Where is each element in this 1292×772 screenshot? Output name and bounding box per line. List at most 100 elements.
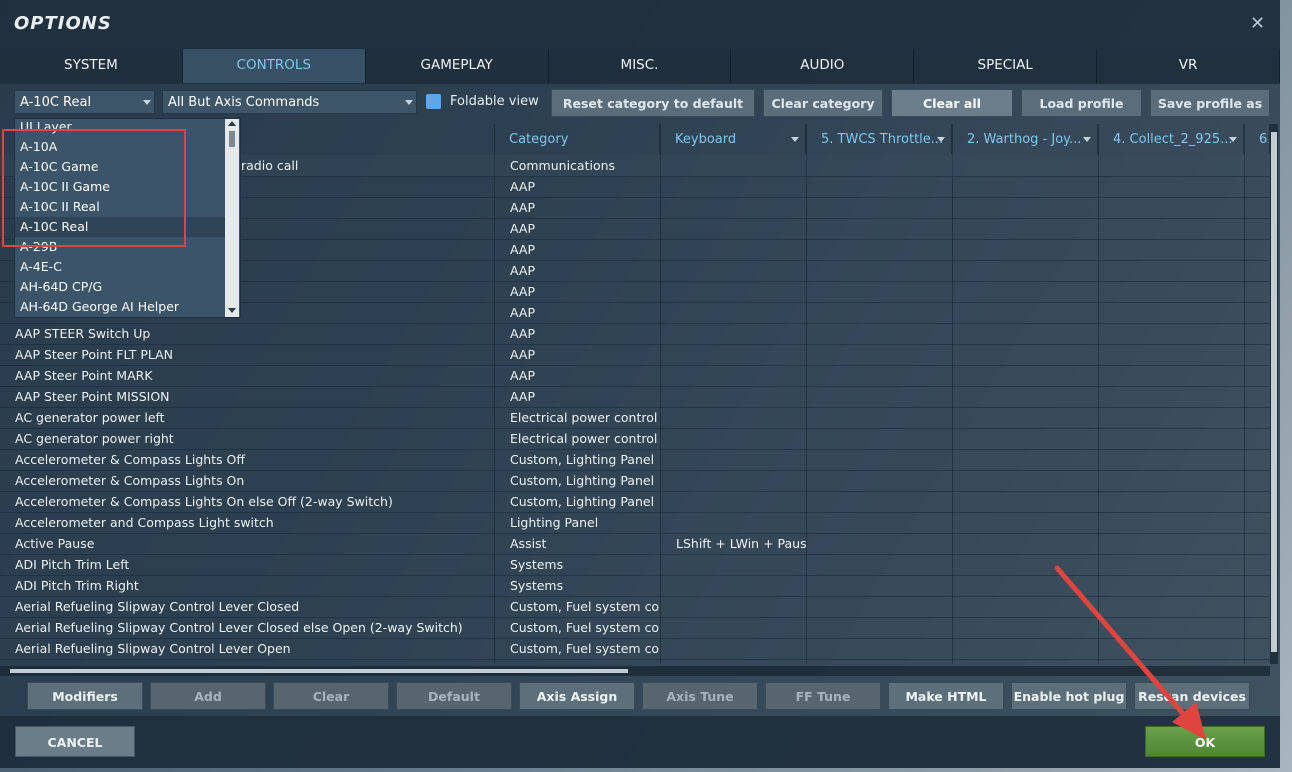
tab-system[interactable]: SYSTEM bbox=[0, 49, 183, 83]
action-cell: AAP Steer Point FLT PLAN bbox=[15, 347, 174, 362]
action-cell: ADI Pitch Trim Right bbox=[15, 578, 139, 593]
filter-select[interactable]: All But Axis Commands bbox=[162, 90, 417, 114]
horizontal-scrollbar[interactable] bbox=[0, 666, 1270, 676]
table-row[interactable]: Accelerometer & Compass Lights On Custom,… bbox=[0, 470, 1270, 492]
table-row[interactable]: Accelerometer & Compass Lights Off Custom… bbox=[0, 449, 1270, 471]
header-keyboard[interactable]: Keyboard bbox=[660, 124, 806, 154]
category-cell: AAP bbox=[510, 200, 535, 215]
vertical-scrollbar[interactable] bbox=[1270, 124, 1278, 664]
tab-vr[interactable]: VR bbox=[1097, 49, 1281, 83]
keyboard-cell[interactable] bbox=[676, 407, 806, 428]
table-row[interactable]: AC generator power left Electrical power … bbox=[0, 407, 1270, 429]
header-device-4[interactable]: 4. Collect_2_925... bbox=[1098, 124, 1244, 154]
keyboard-cell[interactable] bbox=[676, 197, 806, 218]
keyboard-cell[interactable] bbox=[676, 239, 806, 260]
table-row[interactable]: ADI Pitch Trim Right Systems bbox=[0, 575, 1270, 597]
header-device-2[interactable]: 2. Warthog - Joy... bbox=[952, 124, 1098, 154]
keyboard-cell[interactable] bbox=[676, 344, 806, 365]
window-title: OPTIONS bbox=[14, 13, 112, 34]
save-profile-button[interactable]: Save profile as bbox=[1150, 89, 1270, 117]
table-row[interactable]: Accelerometer and Compass Light switch Li… bbox=[0, 512, 1270, 534]
keyboard-cell[interactable] bbox=[676, 449, 806, 470]
close-icon[interactable]: ✕ bbox=[1250, 13, 1265, 34]
enable-hot-plug-button[interactable]: Enable hot plug bbox=[1011, 682, 1127, 710]
table-row[interactable]: AAP STEER Switch Up AAP bbox=[0, 323, 1270, 345]
category-cell: Electrical power control pa bbox=[510, 431, 660, 446]
keyboard-cell[interactable] bbox=[676, 575, 806, 596]
category-cell: Custom, Fuel system cont bbox=[510, 641, 660, 656]
axis-tune-button[interactable]: Axis Tune bbox=[642, 682, 758, 710]
rescan-devices-button[interactable]: Rescan devices bbox=[1134, 682, 1250, 710]
add-button[interactable]: Add bbox=[150, 682, 266, 710]
scrollbar-thumb[interactable] bbox=[229, 131, 235, 147]
modifiers-button[interactable]: Modifiers bbox=[27, 682, 143, 710]
make-html-button[interactable]: Make HTML bbox=[888, 682, 1004, 710]
table-row[interactable]: AAP Steer Point MISSION AAP bbox=[0, 386, 1270, 408]
axis-assign-button[interactable]: Axis Assign bbox=[519, 682, 635, 710]
clear-category-button[interactable]: Clear category bbox=[763, 89, 883, 117]
table-row[interactable]: ADI Pitch Trim Left Systems bbox=[0, 554, 1270, 576]
table-row[interactable]: AAP Steer Point FLT PLAN AAP bbox=[0, 344, 1270, 366]
keyboard-cell[interactable] bbox=[676, 365, 806, 386]
header-category[interactable]: Category bbox=[494, 124, 660, 154]
category-cell: Systems bbox=[510, 557, 564, 572]
dropdown-item[interactable]: AH-64D CP/G bbox=[20, 277, 102, 297]
scroll-up-icon[interactable] bbox=[228, 121, 236, 126]
table-row[interactable]: Aerial Refueling Slipway Control Lever O… bbox=[0, 638, 1270, 660]
keyboard-cell[interactable]: LShift + LWin + Pause bbox=[676, 533, 806, 554]
keyboard-cell[interactable] bbox=[676, 386, 806, 407]
keyboard-cell[interactable] bbox=[676, 512, 806, 533]
ok-button[interactable]: OK bbox=[1145, 726, 1265, 757]
keyboard-cell[interactable] bbox=[676, 155, 806, 176]
header-device-5[interactable]: 5. TWCS Throttle... bbox=[806, 124, 952, 154]
table-row[interactable]: Aerial Refueling Slipway Control Lever C… bbox=[0, 617, 1270, 639]
tab-special[interactable]: SPECIAL bbox=[914, 49, 1098, 83]
keyboard-cell[interactable] bbox=[676, 596, 806, 617]
keyboard-cell[interactable] bbox=[676, 638, 806, 659]
load-profile-button[interactable]: Load profile bbox=[1021, 89, 1142, 117]
keyboard-cell[interactable] bbox=[676, 281, 806, 302]
keyboard-cell[interactable] bbox=[676, 470, 806, 491]
dropdown-item[interactable]: AH-64D George AI Helper bbox=[20, 297, 179, 317]
tab-audio[interactable]: AUDIO bbox=[731, 49, 915, 83]
clear-button[interactable]: Clear bbox=[273, 682, 389, 710]
category-cell: Electrical power control pa bbox=[510, 410, 660, 425]
table-row[interactable]: AC generator power right Electrical power… bbox=[0, 428, 1270, 450]
category-cell: AAP bbox=[510, 179, 535, 194]
foldable-view-checkbox[interactable] bbox=[426, 94, 441, 109]
keyboard-cell[interactable] bbox=[676, 302, 806, 323]
category-cell: AAP bbox=[510, 389, 535, 404]
table-row[interactable]: Accelerometer & Compass Lights On else O… bbox=[0, 491, 1270, 513]
keyboard-cell[interactable] bbox=[676, 218, 806, 239]
table-row[interactable]: AAP Steer Point MARK AAP bbox=[0, 365, 1270, 387]
dropdown-item[interactable]: A-4E-C bbox=[20, 257, 62, 277]
cancel-button[interactable]: CANCEL bbox=[15, 726, 135, 757]
default-button[interactable]: Default bbox=[396, 682, 512, 710]
scroll-down-icon[interactable] bbox=[228, 308, 236, 313]
dropdown-scrollbar[interactable] bbox=[225, 119, 239, 317]
aircraft-select[interactable]: A-10C Real bbox=[14, 90, 155, 114]
keyboard-cell[interactable] bbox=[676, 554, 806, 575]
table-row[interactable]: Active Pause Assist LShift + LWin + Pause bbox=[0, 533, 1270, 555]
keyboard-cell[interactable] bbox=[676, 176, 806, 197]
table-row[interactable]: Aerial Refueling Slipway Control Lever C… bbox=[0, 596, 1270, 618]
tab-bar: SYSTEM CONTROLS GAMEPLAY MISC. AUDIO SPE… bbox=[0, 48, 1281, 84]
scrollbar-thumb[interactable] bbox=[10, 669, 628, 673]
action-cell: Aerial Refueling Slipway Control Lever O… bbox=[15, 641, 291, 656]
scrollbar-thumb[interactable] bbox=[1271, 132, 1277, 652]
clear-all-button[interactable]: Clear all bbox=[891, 89, 1013, 117]
ff-tune-button[interactable]: FF Tune bbox=[765, 682, 881, 710]
keyboard-cell[interactable] bbox=[676, 428, 806, 449]
tab-gameplay[interactable]: GAMEPLAY bbox=[365, 49, 549, 83]
keyboard-cell[interactable] bbox=[676, 323, 806, 344]
tab-misc[interactable]: MISC. bbox=[548, 49, 732, 83]
category-cell: Communications bbox=[510, 158, 616, 173]
keyboard-cell[interactable] bbox=[676, 491, 806, 512]
tab-controls[interactable]: CONTROLS bbox=[182, 49, 366, 83]
reset-category-button[interactable]: Reset category to default bbox=[551, 89, 755, 117]
keyboard-cell[interactable] bbox=[676, 260, 806, 281]
header-device-6[interactable]: 6. bbox=[1244, 124, 1270, 154]
action-cell: Aerial Refueling Slipway Control Lever C… bbox=[15, 599, 300, 614]
category-cell: AAP bbox=[510, 242, 535, 257]
keyboard-cell[interactable] bbox=[676, 617, 806, 638]
